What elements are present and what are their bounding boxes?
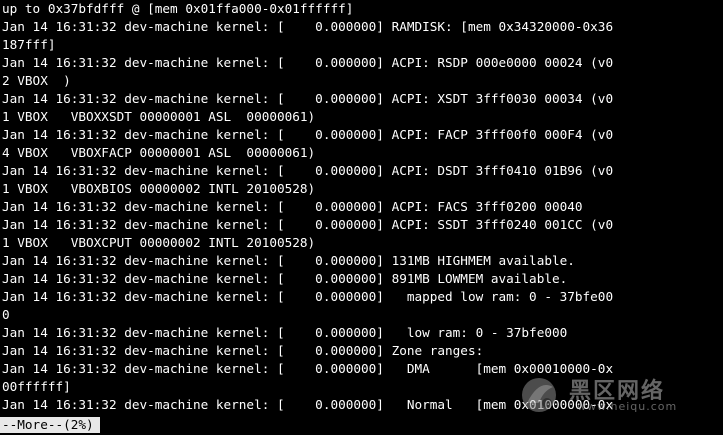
terminal-line: Jan 14 16:31:32 dev-machine kernel: [ 0.… bbox=[2, 325, 568, 340]
terminal-line: Jan 14 16:31:32 dev-machine kernel: [ 0.… bbox=[2, 163, 614, 178]
terminal-line: Jan 14 16:31:32 dev-machine kernel: [ 0.… bbox=[2, 19, 614, 34]
terminal-line: 2 VBOX ) bbox=[2, 73, 71, 88]
terminal-line: 1 VBOX VBOXCPUT 00000002 INTL 20100528) bbox=[2, 235, 316, 250]
terminal-line: 0 bbox=[2, 307, 10, 322]
pager-more-prompt: --More--(2%) bbox=[0, 417, 100, 433]
terminal-line: Jan 14 16:31:32 dev-machine kernel: [ 0.… bbox=[2, 55, 614, 70]
terminal-line: Jan 14 16:31:32 dev-machine kernel: [ 0.… bbox=[2, 127, 614, 142]
terminal-line: 1 VBOX VBOXXSDT 00000001 ASL 00000061) bbox=[2, 109, 316, 124]
terminal-line: up to 0x37bfdfff @ [mem 0x01ffa000-0x01f… bbox=[2, 1, 354, 16]
terminal-line: Jan 14 16:31:32 dev-machine kernel: [ 0.… bbox=[2, 361, 614, 376]
terminal-line: Jan 14 16:31:32 dev-machine kernel: [ 0.… bbox=[2, 271, 568, 286]
terminal-line: Jan 14 16:31:32 dev-machine kernel: [ 0.… bbox=[2, 343, 484, 358]
terminal-line: 187fff] bbox=[2, 37, 56, 52]
terminal-line: Jan 14 16:31:32 dev-machine kernel: [ 0.… bbox=[2, 199, 583, 214]
terminal-line: 4 VBOX VBOXFACP 00000001 ASL 00000061) bbox=[2, 145, 316, 160]
terminal-line: Jan 14 16:31:32 dev-machine kernel: [ 0.… bbox=[2, 91, 614, 106]
terminal-line: 1 VBOX VBOXBIOS 00000002 INTL 20100528) bbox=[2, 181, 316, 196]
terminal-line: Jan 14 16:31:32 dev-machine kernel: [ 0.… bbox=[2, 253, 575, 268]
terminal-line: Jan 14 16:31:32 dev-machine kernel: [ 0.… bbox=[2, 397, 614, 412]
terminal-output[interactable]: up to 0x37bfdfff @ [mem 0x01ffa000-0x01f… bbox=[2, 0, 721, 417]
terminal-line: Jan 14 16:31:32 dev-machine kernel: [ 0.… bbox=[2, 289, 614, 304]
terminal-line: Jan 14 16:31:32 dev-machine kernel: [ 0.… bbox=[2, 217, 614, 232]
terminal-line: 00ffffff] bbox=[2, 379, 71, 394]
